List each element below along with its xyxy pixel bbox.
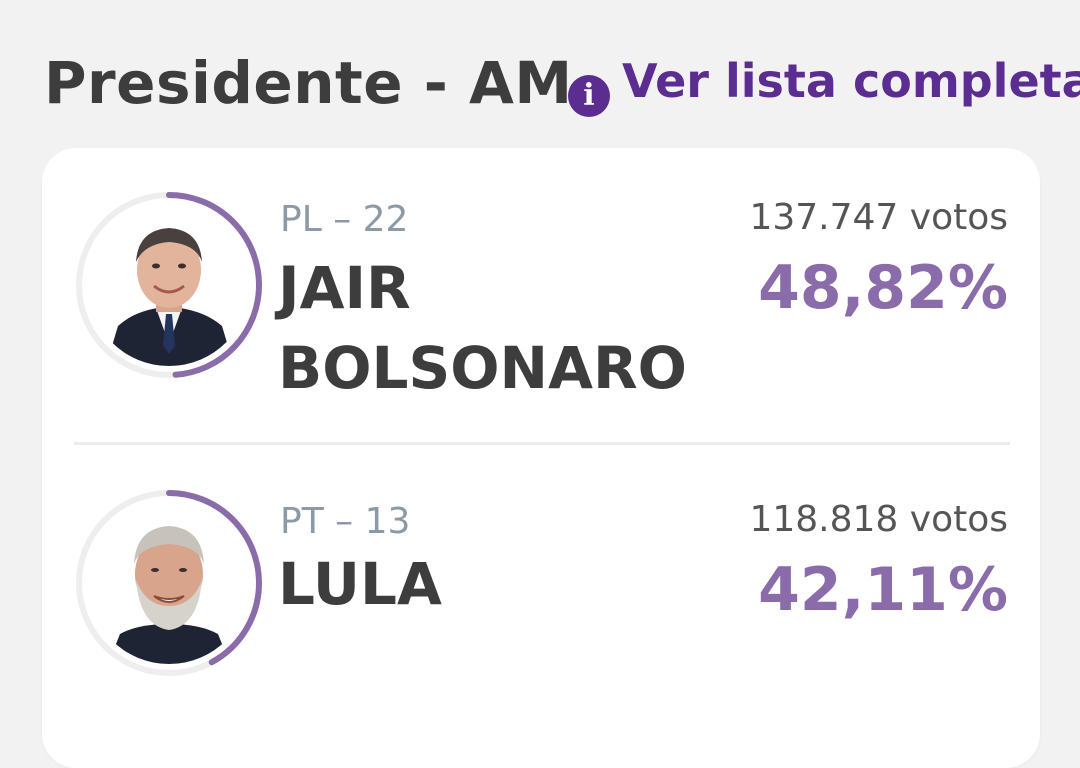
avatar [74, 488, 264, 678]
results-card: PL – 22 JAIR BOLSONARO 137.747 votos 48,… [42, 148, 1040, 768]
candidate-name: LULA [278, 550, 442, 618]
candidate-row[interactable]: PL – 22 JAIR BOLSONARO 137.747 votos 48,… [42, 188, 1040, 458]
candidate-photo [88, 502, 250, 664]
candidate-photo [88, 204, 250, 366]
vote-percentage: 42,11% [758, 555, 1008, 625]
party-label: PT – 13 [280, 501, 411, 542]
divider [74, 442, 1010, 445]
page-title: Presidente - AM [44, 49, 573, 117]
candidate-row[interactable]: PT – 13 LULA 118.818 votos 42,11% [42, 488, 1040, 758]
candidate-name: JAIR BOLSONARO [278, 254, 687, 402]
avatar [74, 190, 264, 380]
vote-count: 137.747 votos [749, 197, 1008, 238]
vote-count: 118.818 votos [749, 499, 1008, 540]
info-icon[interactable]: i [568, 75, 610, 117]
vote-percentage: 48,82% [758, 253, 1008, 323]
full-list-link[interactable]: Ver lista completa [622, 58, 1080, 104]
party-label: PL – 22 [280, 199, 409, 240]
results-header: Presidente - AM i Ver lista completa [44, 48, 1080, 128]
